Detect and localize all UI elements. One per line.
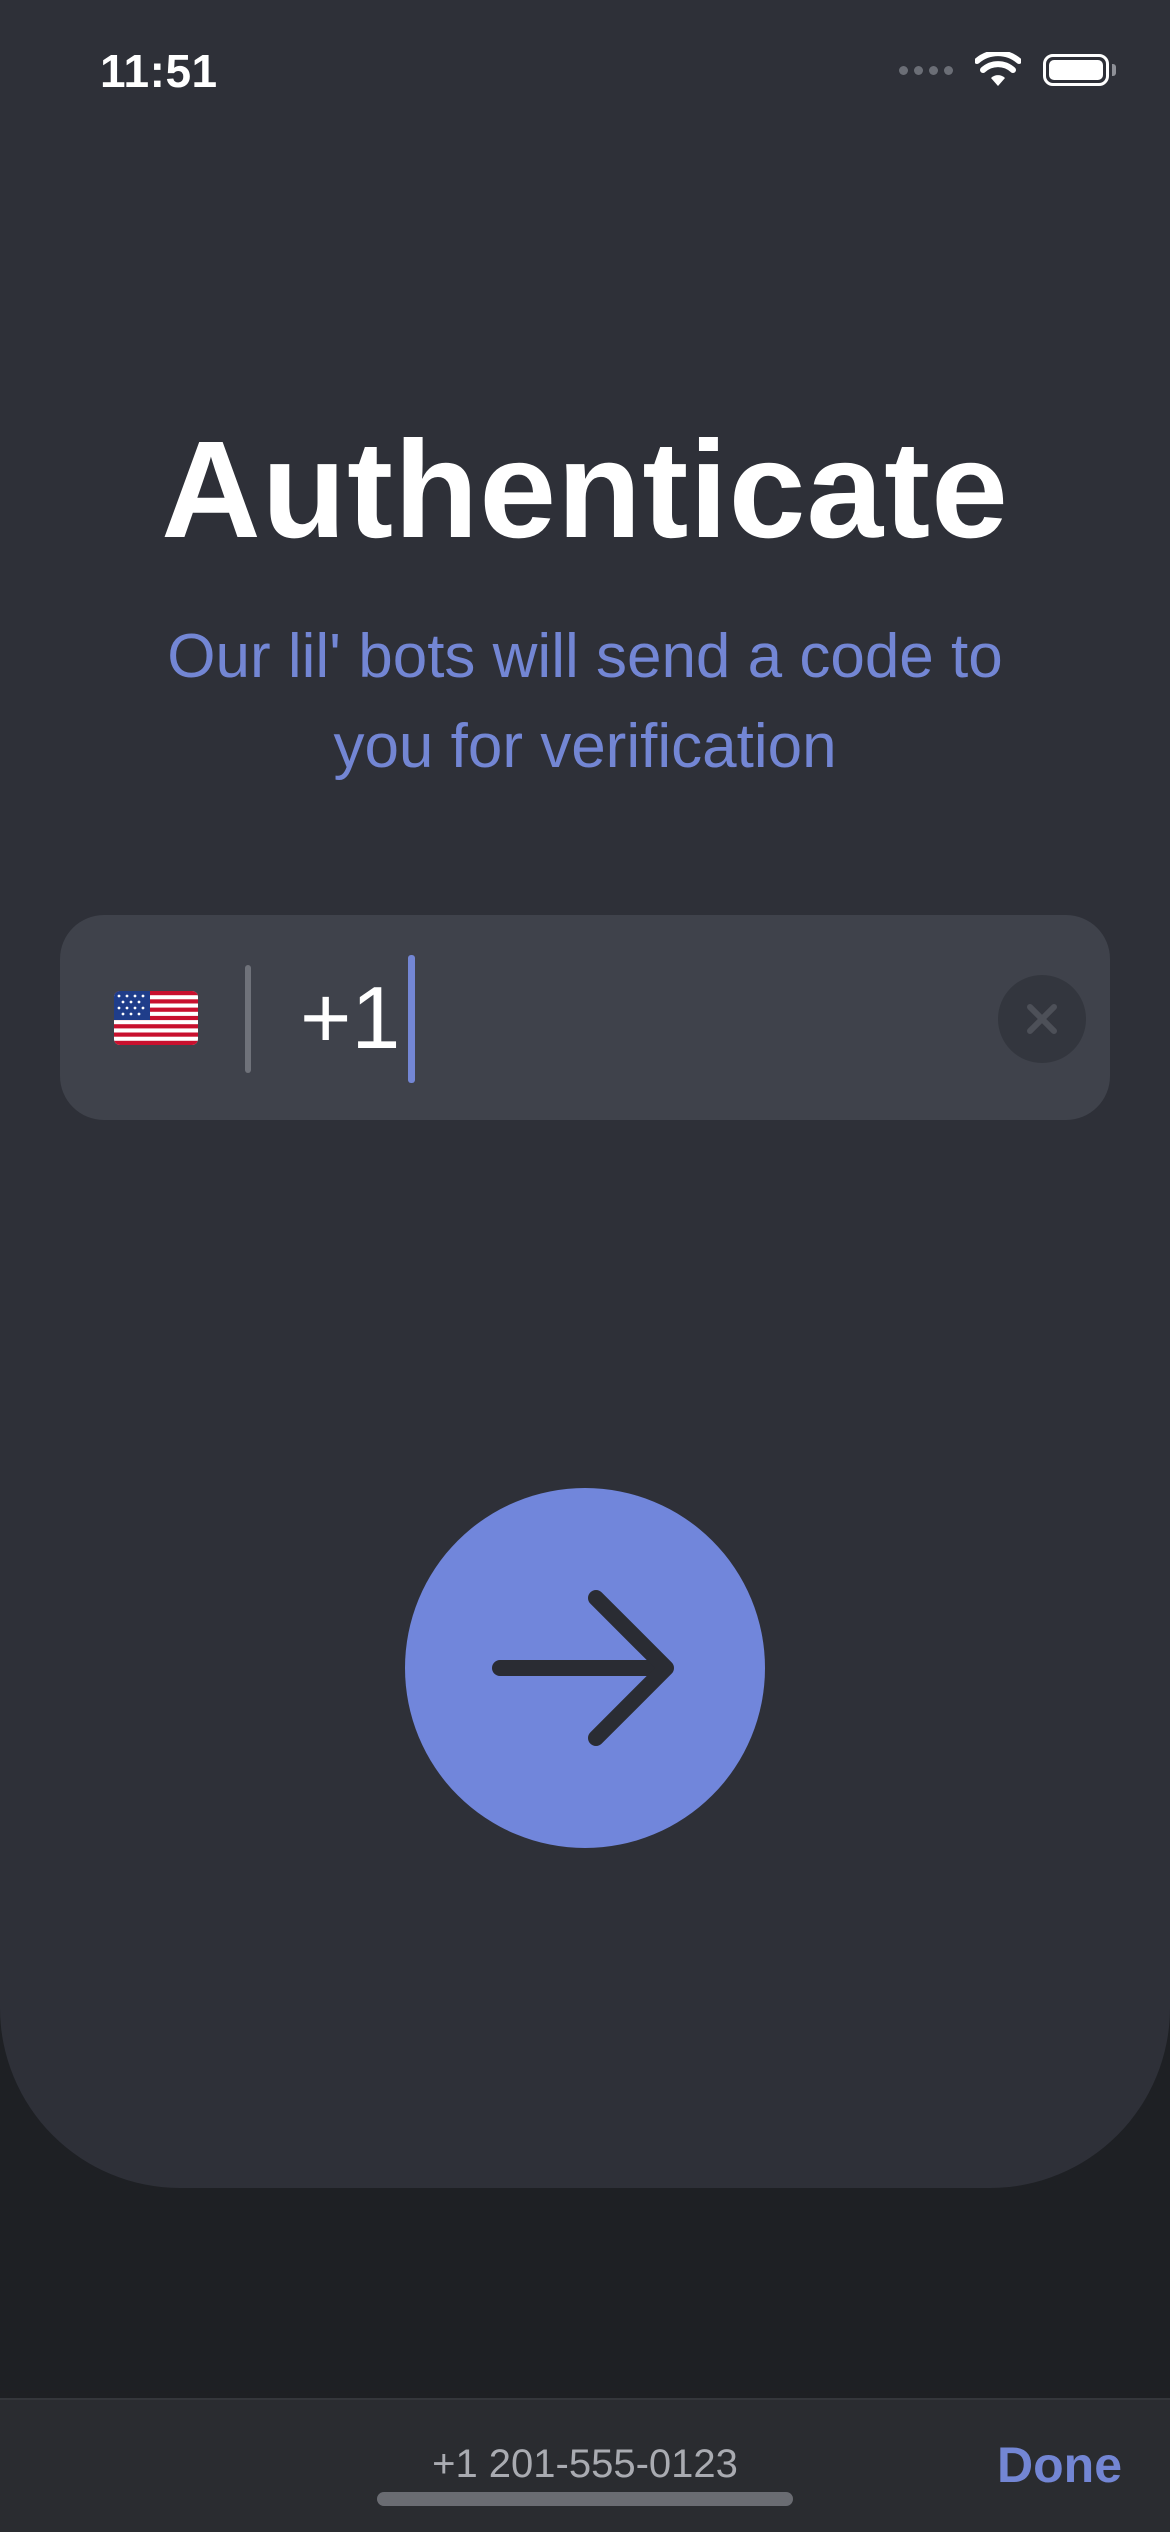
battery-icon [1043,54,1116,86]
clear-button[interactable] [998,975,1086,1063]
wifi-icon [975,52,1021,86]
status-icons [899,52,1116,88]
text-cursor [408,955,415,1083]
clear-icon [1027,1004,1057,1034]
flag-us-icon[interactable] [114,991,198,1045]
auth-screen: 11:51 Authenticate Our lil' bots will se… [0,0,1170,2188]
next-button[interactable] [405,1488,765,1848]
cellular-signal-icon [899,65,953,75]
page-title: Authenticate [161,413,1009,567]
page-subtitle: Our lil' bots will send a code to you fo… [167,622,1003,781]
home-indicator[interactable] [377,2492,793,2506]
keyboard-accessory-bar: +1 201-555-0123 Done [0,2398,1170,2532]
autofill-suggestion[interactable]: +1 201-555-0123 [0,2442,1170,2487]
input-divider [245,965,251,1073]
status-time: 11:51 [100,45,218,97]
phone-input-value[interactable]: +1 [300,963,400,1073]
arrow-right-icon [492,1590,674,1746]
done-button[interactable]: Done [997,2436,1122,2494]
phone-number-field[interactable]: +1 [60,915,1110,1120]
